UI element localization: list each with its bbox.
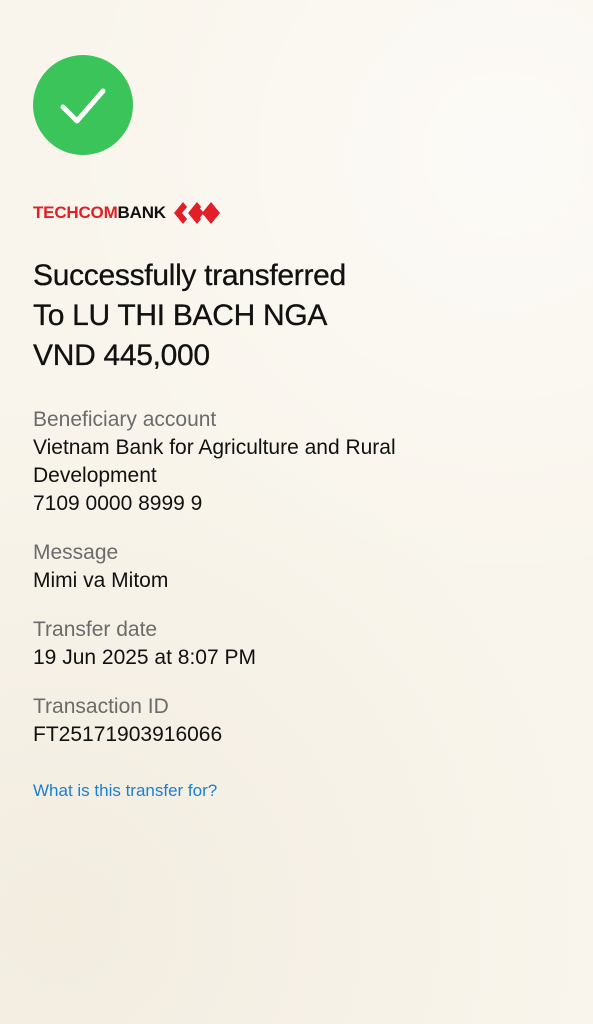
techcombank-logo-icon <box>173 202 220 224</box>
message-block: Message Mimi va Mitom <box>33 539 168 595</box>
headline-status: Successfully transferred <box>33 259 347 292</box>
transfer-success-screen: TECHCOMBANK Successfully transferred To … <box>0 0 593 1024</box>
beneficiary-account-number: 7109 0000 8999 9 <box>33 492 203 515</box>
transfer-date-label: Transfer date <box>33 618 158 641</box>
headline-recipient: To LU THI BACH NGA <box>33 299 328 332</box>
transfer-purpose-link[interactable]: What is this transfer for? <box>33 779 217 803</box>
beneficiary-account-label: Beneficiary account <box>33 408 217 431</box>
message-value: Mimi va Mitom <box>33 569 169 592</box>
transaction-id-block: Transaction ID FT25171903916066 <box>33 693 222 749</box>
transfer-date-block: Transfer date 19 Jun 2025 at 8:07 PM <box>33 616 256 672</box>
success-badge <box>33 55 133 155</box>
transaction-id-label: Transaction ID <box>33 695 169 718</box>
beneficiary-bank-line1: Vietnam Bank for Agriculture and Rural <box>33 436 396 459</box>
checkmark-icon <box>60 88 106 124</box>
bank-name: TECHCOMBANK <box>33 198 166 228</box>
headline-amount: VND 445,000 <box>33 339 210 372</box>
transfer-date-value: 19 Jun 2025 at 8:07 PM <box>33 646 256 669</box>
transaction-id-value: FT25171903916066 <box>33 723 223 746</box>
bank-name-part1: TECHCOM <box>33 203 118 222</box>
transfer-headline: Successfully transferred To LU THI BACH … <box>33 256 573 376</box>
message-label: Message <box>33 541 119 564</box>
beneficiary-account-block: Beneficiary account Vietnam Bank for Agr… <box>33 406 396 518</box>
beneficiary-bank-line2: Development <box>33 464 157 487</box>
bank-brand: TECHCOMBANK <box>33 198 220 228</box>
bank-name-part2: BANK <box>117 203 167 222</box>
